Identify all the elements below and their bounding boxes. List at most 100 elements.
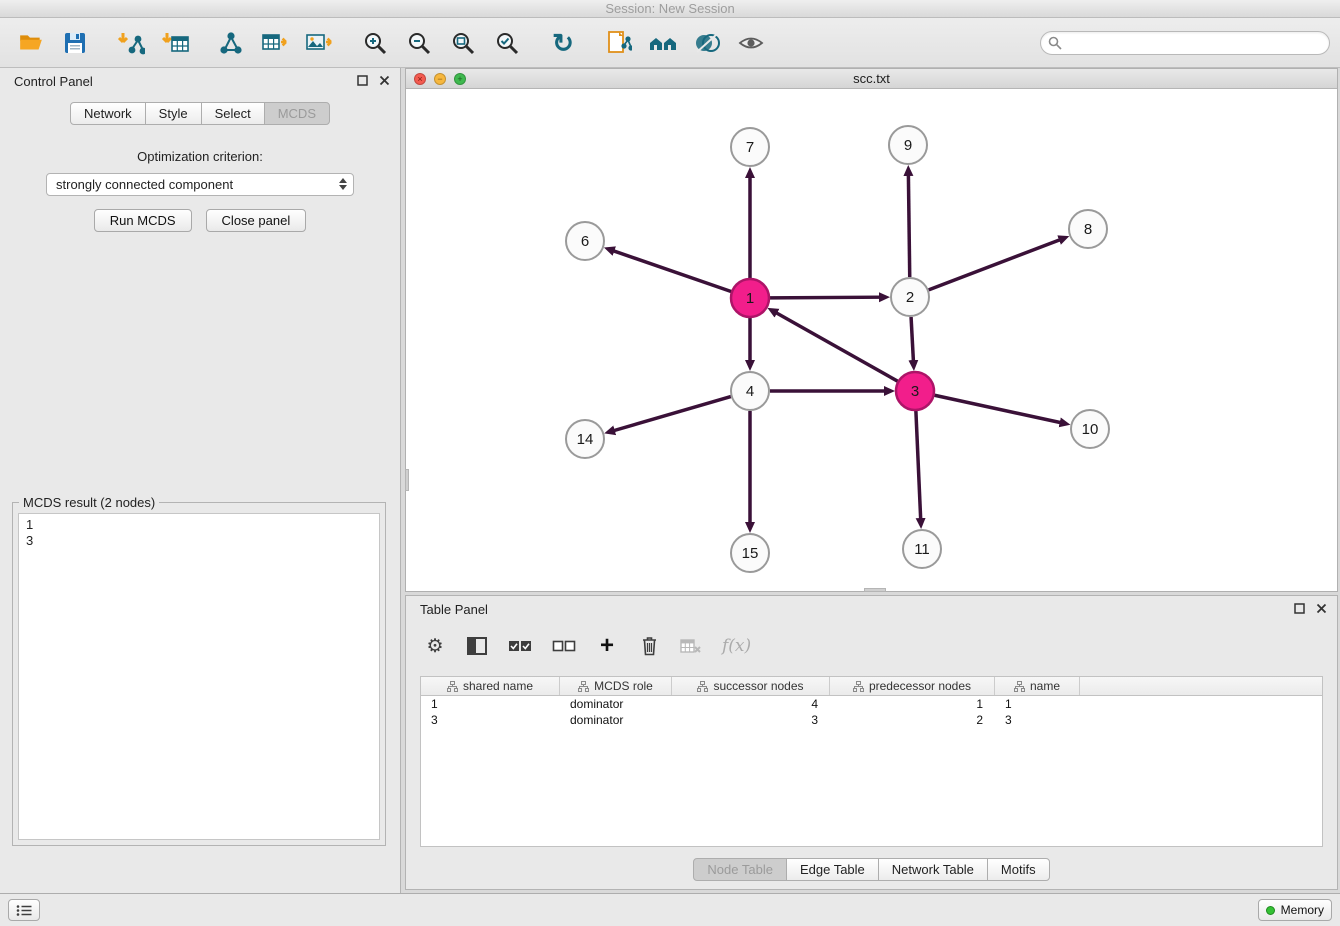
minimize-window-icon[interactable]: −: [434, 73, 446, 85]
close-table-panel-icon[interactable]: [1315, 602, 1327, 614]
float-panel-icon[interactable]: [356, 74, 368, 86]
mcds-result-group: MCDS result (2 nodes) 1 3: [12, 502, 386, 846]
column-header-predecessor-nodes[interactable]: predecessor nodes: [830, 677, 995, 695]
graph-edge-2-9[interactable]: [908, 175, 909, 277]
graph-edge-3-1[interactable]: [776, 313, 897, 381]
show-columns-button[interactable]: [466, 634, 488, 658]
mcds-result-title: MCDS result (2 nodes): [19, 495, 159, 510]
task-history-button[interactable]: [8, 899, 40, 921]
first-neighbors-button[interactable]: [646, 26, 680, 60]
network-canvas[interactable]: 1234678910111415: [406, 89, 1337, 591]
column-header-label: shared name: [463, 679, 533, 693]
criterion-dropdown[interactable]: strongly connected component: [46, 173, 354, 196]
network-view-window: × − + scc.txt 1234678910111415: [405, 68, 1338, 592]
network-graph[interactable]: 1234678910111415: [406, 89, 1337, 592]
column-header-label: predecessor nodes: [869, 679, 971, 693]
close-panel-button[interactable]: Close panel: [206, 209, 307, 232]
cell-successor-nodes: 3: [672, 712, 830, 728]
columns-icon: [467, 637, 487, 655]
window-titlebar: Session: New Session: [0, 0, 1340, 18]
window-title: Session: New Session: [605, 1, 734, 16]
column-header-filler: [1080, 677, 1322, 695]
zoom-fit-button[interactable]: [446, 26, 480, 60]
tab-style[interactable]: Style: [145, 102, 202, 125]
cell-mcds-role: dominator: [560, 712, 672, 728]
tab-mcds[interactable]: MCDS: [264, 102, 330, 125]
apply-function-button[interactable]: f(x): [722, 634, 751, 658]
column-header-label: name: [1030, 679, 1060, 693]
select-all-button[interactable]: [508, 634, 532, 658]
table-row-1[interactable]: 3dominator323: [421, 712, 1322, 728]
add-row-button[interactable]: +: [596, 634, 618, 658]
import-table-button[interactable]: [158, 26, 192, 60]
float-table-panel-icon[interactable]: [1293, 602, 1305, 614]
graph-edge-2-3[interactable]: [911, 317, 913, 361]
tab-network-table[interactable]: Network Table: [878, 858, 988, 881]
search-input[interactable]: [1040, 31, 1330, 55]
column-header-successor-nodes[interactable]: successor nodes: [672, 677, 830, 695]
style-venn-button[interactable]: [690, 26, 724, 60]
graph-node-label-3: 3: [911, 383, 919, 400]
table-row-0[interactable]: 1dominator411: [421, 696, 1322, 712]
cell-successor-nodes: 4: [672, 696, 830, 712]
graph-edge-3-11[interactable]: [916, 411, 921, 519]
criterion-dropdown-value: strongly connected component: [56, 177, 233, 192]
save-session-button[interactable]: [58, 26, 92, 60]
zoom-in-button[interactable]: [358, 26, 392, 60]
run-mcds-button[interactable]: Run MCDS: [94, 209, 192, 232]
table-settings-button[interactable]: ⚙: [424, 634, 446, 658]
refresh-layout-button[interactable]: ↻: [546, 26, 580, 60]
cell-mcds-role: dominator: [560, 696, 672, 712]
graph-edge-4-14[interactable]: [614, 397, 731, 431]
deselect-all-icon: [552, 639, 576, 654]
graph-edge-3-10[interactable]: [935, 395, 1061, 422]
export-image-button[interactable]: [302, 26, 336, 60]
network-window-title: scc.txt: [853, 71, 890, 86]
show-hide-button[interactable]: [734, 26, 768, 60]
table-toolbar: ⚙ + f(x): [406, 626, 1337, 664]
column-header-mcds-role[interactable]: MCDS role: [560, 677, 672, 695]
tab-node-table[interactable]: Node Table: [693, 858, 787, 881]
export-network-button[interactable]: [602, 26, 636, 60]
column-header-shared-name[interactable]: shared name: [421, 677, 560, 695]
zoom-window-icon[interactable]: +: [454, 73, 466, 85]
close-window-icon[interactable]: ×: [414, 73, 426, 85]
column-header-label: successor nodes: [713, 679, 803, 693]
mcds-result-box[interactable]: 1 3: [18, 513, 380, 840]
graph-edge-1-2[interactable]: [770, 297, 880, 298]
graph-edge-1-6[interactable]: [613, 251, 731, 292]
delete-row-button[interactable]: [638, 634, 660, 658]
new-network-button[interactable]: [214, 26, 248, 60]
splitter-handle-vertical[interactable]: [405, 469, 409, 491]
network-window-titlebar[interactable]: × − + scc.txt: [406, 69, 1337, 89]
zoom-selected-button[interactable]: [490, 26, 524, 60]
export-image-icon: [305, 30, 333, 56]
tab-select[interactable]: Select: [201, 102, 265, 125]
zoom-out-button[interactable]: [402, 26, 436, 60]
graph-node-label-10: 10: [1082, 421, 1099, 438]
venn-icon: [693, 30, 721, 56]
control-panel-tabs: NetworkStyleSelectMCDS: [0, 102, 400, 125]
table-body: 1dominator4113dominator323: [421, 696, 1322, 846]
memory-status-dot: [1266, 906, 1275, 915]
import-network-icon: [117, 30, 145, 56]
table-panel: Table Panel ⚙ + f(x) shared nameMCDS rol…: [405, 595, 1338, 890]
tab-edge-table[interactable]: Edge Table: [786, 858, 879, 881]
import-network-button[interactable]: [114, 26, 148, 60]
delete-table-button[interactable]: [680, 634, 702, 658]
graph-node-label-8: 8: [1084, 221, 1092, 238]
graph-node-label-15: 15: [742, 545, 759, 562]
zoom-in-icon: [362, 30, 388, 56]
open-session-button[interactable]: [14, 26, 48, 60]
deselect-all-button[interactable]: [552, 634, 576, 658]
memory-button[interactable]: Memory: [1258, 899, 1332, 921]
graph-edge-2-8[interactable]: [929, 240, 1060, 290]
tab-network[interactable]: Network: [70, 102, 146, 125]
column-header-name[interactable]: name: [995, 677, 1080, 695]
tab-motifs[interactable]: Motifs: [987, 858, 1050, 881]
splitter-handle-horizontal[interactable]: [864, 588, 886, 592]
close-panel-icon[interactable]: [378, 74, 390, 86]
zoom-selected-icon: [494, 30, 520, 56]
cell-predecessor-nodes: 2: [830, 712, 995, 728]
export-table-button[interactable]: [258, 26, 292, 60]
